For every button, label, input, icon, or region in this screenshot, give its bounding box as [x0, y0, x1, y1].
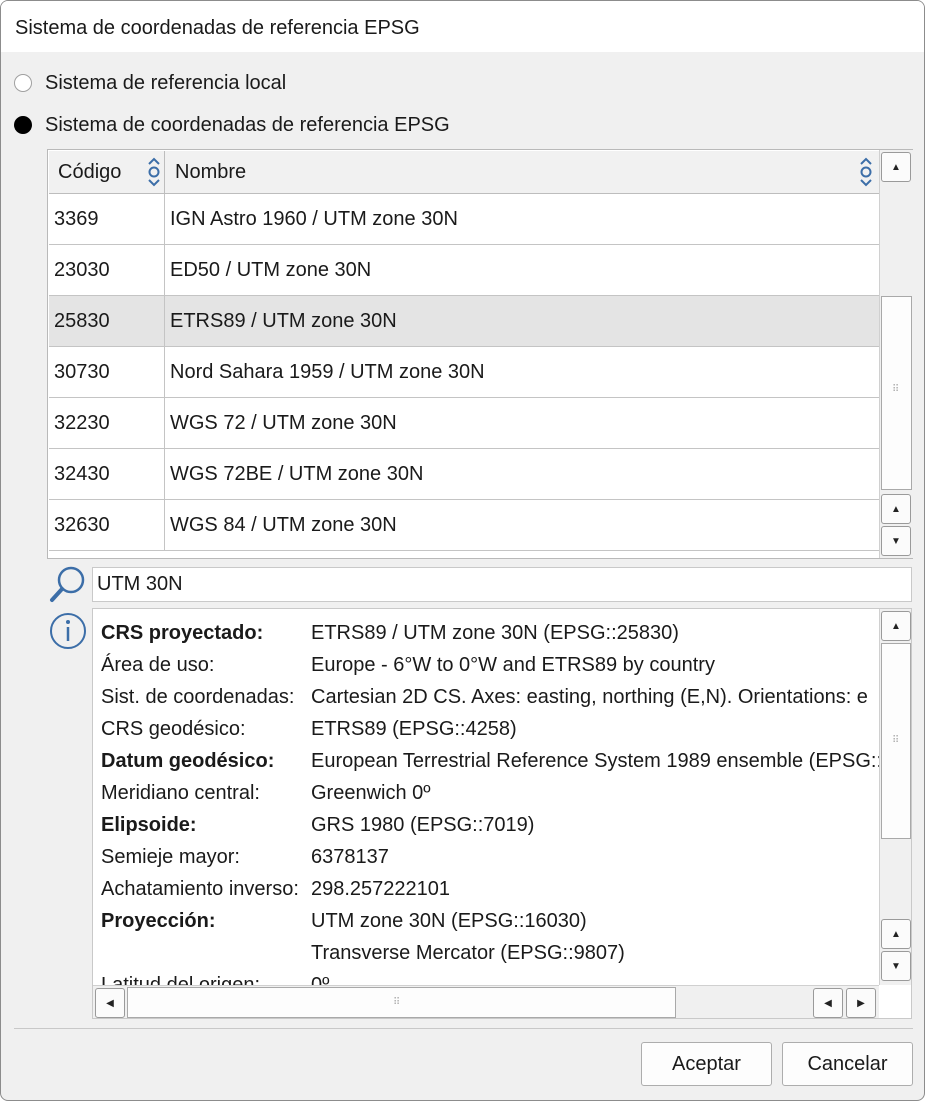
- scroll-up-button[interactable]: ▲: [881, 152, 911, 182]
- code-cell: 30730: [49, 347, 165, 397]
- separator: [14, 1028, 913, 1029]
- info-row: Elipsoide: GRS 1980 (EPSG::7019): [101, 809, 534, 841]
- info-row: Latitud del origen: 0º: [101, 969, 330, 986]
- code-cell: 25830: [49, 296, 165, 346]
- name-cell: ED50 / UTM zone 30N: [170, 258, 372, 281]
- name-cell: WGS 72BE / UTM zone 30N: [170, 462, 424, 485]
- info-label: Semieje mayor:: [101, 845, 240, 868]
- info-value: UTM zone 30N (EPSG::16030): [311, 909, 587, 932]
- table-row[interactable]: 23030 ED50 / UTM zone 30N: [49, 245, 879, 296]
- info-icon: [50, 613, 86, 649]
- column-header-code-label: Código: [58, 160, 122, 183]
- crs-info-panel: CRS proyectado: ETRS89 / UTM zone 30N (E…: [92, 608, 912, 1019]
- window-title: Sistema de coordenadas de referencia EPS…: [15, 17, 420, 39]
- title-bar: Sistema de coordenadas de referencia EPS…: [1, 1, 924, 52]
- search-icon: [50, 566, 85, 602]
- info-label: Achatamiento inverso:: [101, 877, 299, 900]
- scrollbar-thumb[interactable]: ⠿: [127, 987, 676, 1018]
- info-row: Sist. de coordenadas: Cartesian 2D CS. A…: [101, 681, 868, 713]
- scroll-left-button[interactable]: ◀: [813, 988, 843, 1018]
- code-cell: 32630: [49, 500, 165, 550]
- epsg-reference-option[interactable]: Sistema de coordenadas de referencia EPS…: [14, 111, 450, 139]
- epsg-reference-label: Sistema de coordenadas de referencia EPS…: [45, 113, 450, 136]
- info-label: CRS geodésico:: [101, 717, 246, 740]
- info-label: Sist. de coordenadas:: [101, 685, 295, 708]
- info-label: Proyección:: [101, 909, 216, 932]
- name-cell: WGS 84 / UTM zone 30N: [170, 513, 397, 536]
- epsg-reference-radio[interactable]: [14, 116, 32, 134]
- info-row: Achatamiento inverso: 298.257222101: [101, 873, 450, 905]
- scrollbar-thumb[interactable]: ⠿: [881, 296, 912, 490]
- info-label: Latitud del origen:: [101, 973, 261, 986]
- epsg-dialog: Sistema de coordenadas de referencia EPS…: [0, 0, 925, 1101]
- info-value: ETRS89 (EPSG::4258): [311, 717, 517, 740]
- info-label: Datum geodésico:: [101, 749, 275, 772]
- info-label: CRS proyectado:: [101, 621, 264, 644]
- info-horizontal-scrollbar[interactable]: ◀ ⠿ ◀ ▶: [93, 985, 879, 1018]
- crs-info-content: CRS proyectado: ETRS89 / UTM zone 30N (E…: [93, 609, 879, 986]
- column-header-name[interactable]: Nombre: [165, 151, 879, 193]
- info-row: Semieje mayor: 6378137: [101, 841, 389, 873]
- table-row-selected[interactable]: 25830 ETRS89 / UTM zone 30N: [49, 296, 879, 347]
- table-row[interactable]: 32630 WGS 84 / UTM zone 30N: [49, 500, 879, 551]
- table-row[interactable]: 32430 WGS 72BE / UTM zone 30N: [49, 449, 879, 500]
- local-reference-option[interactable]: Sistema de referencia local: [14, 69, 286, 97]
- name-cell: Nord Sahara 1959 / UTM zone 30N: [170, 360, 485, 383]
- table-row[interactable]: 30730 Nord Sahara 1959 / UTM zone 30N: [49, 347, 879, 398]
- scroll-left-button[interactable]: ◀: [95, 988, 125, 1018]
- scroll-up-button[interactable]: ▲: [881, 611, 911, 641]
- cancel-button[interactable]: Cancelar: [782, 1042, 913, 1086]
- code-cell: 32230: [49, 398, 165, 448]
- info-value: European Terrestrial Reference System 19…: [311, 749, 879, 772]
- scroll-up-button[interactable]: ▲: [881, 919, 911, 949]
- accept-button[interactable]: Aceptar: [641, 1042, 772, 1086]
- info-value: 6378137: [311, 845, 389, 868]
- scroll-up-button[interactable]: ▲: [881, 494, 911, 524]
- info-row: Meridiano central: Greenwich 0º: [101, 777, 431, 809]
- info-row: Datum geodésico: European Terrestrial Re…: [101, 745, 879, 777]
- info-vertical-scrollbar[interactable]: ▲ ⠿ ▲ ▼: [879, 609, 911, 985]
- name-cell: ETRS89 / UTM zone 30N: [170, 309, 397, 332]
- info-label: Elipsoide:: [101, 813, 197, 836]
- table-row[interactable]: 32230 WGS 72 / UTM zone 30N: [49, 398, 879, 449]
- info-value: Greenwich 0º: [311, 781, 431, 804]
- info-row: Área de uso: Europe - 6°W to 0°W and ETR…: [101, 649, 715, 681]
- column-header-code[interactable]: Código: [49, 151, 165, 193]
- scroll-down-button[interactable]: ▼: [881, 526, 911, 556]
- local-reference-radio[interactable]: [14, 74, 32, 92]
- info-value: Cartesian 2D CS. Axes: easting, northing…: [311, 685, 868, 708]
- info-value: GRS 1980 (EPSG::7019): [311, 813, 535, 836]
- info-label: Área de uso:: [101, 653, 215, 676]
- code-cell: 3369: [49, 194, 165, 244]
- name-cell: WGS 72 / UTM zone 30N: [170, 411, 397, 434]
- info-value: Europe - 6°W to 0°W and ETRS89 by countr…: [311, 653, 715, 676]
- scrollbar-thumb[interactable]: ⠿: [881, 643, 911, 839]
- table-vertical-scrollbar[interactable]: ▲ ⠿ ▲ ▼: [879, 150, 913, 558]
- info-row: Transverse Mercator (EPSG::9807): [101, 937, 625, 969]
- column-header-name-label: Nombre: [175, 160, 247, 183]
- code-cell: 23030: [49, 245, 165, 295]
- info-value: Transverse Mercator (EPSG::9807): [311, 941, 625, 964]
- info-label: Meridiano central:: [101, 781, 260, 804]
- sort-icon[interactable]: [857, 155, 875, 189]
- search-input[interactable]: [92, 567, 912, 602]
- info-row: CRS proyectado: ETRS89 / UTM zone 30N (E…: [101, 617, 679, 649]
- scroll-right-button[interactable]: ▶: [846, 988, 876, 1018]
- info-row: CRS geodésico: ETRS89 (EPSG::4258): [101, 713, 517, 745]
- table-body: 3369 IGN Astro 1960 / UTM zone 30N 23030…: [49, 194, 879, 551]
- scroll-down-button[interactable]: ▼: [881, 951, 911, 981]
- crs-table: Código Nombre 3369 IGN Astro 1960 / UTM …: [47, 149, 913, 559]
- local-reference-label: Sistema de referencia local: [45, 71, 287, 94]
- info-row: Proyección: UTM zone 30N (EPSG::16030): [101, 905, 587, 937]
- table-row[interactable]: 3369 IGN Astro 1960 / UTM zone 30N: [49, 194, 879, 245]
- name-cell: IGN Astro 1960 / UTM zone 30N: [170, 207, 458, 230]
- info-value: 298.257222101: [311, 877, 451, 900]
- info-value: ETRS89 / UTM zone 30N (EPSG::25830): [311, 621, 679, 644]
- sort-icon[interactable]: [145, 155, 163, 189]
- code-cell: 32430: [49, 449, 165, 499]
- table-header: Código Nombre: [49, 151, 879, 194]
- info-value: 0º: [311, 973, 330, 986]
